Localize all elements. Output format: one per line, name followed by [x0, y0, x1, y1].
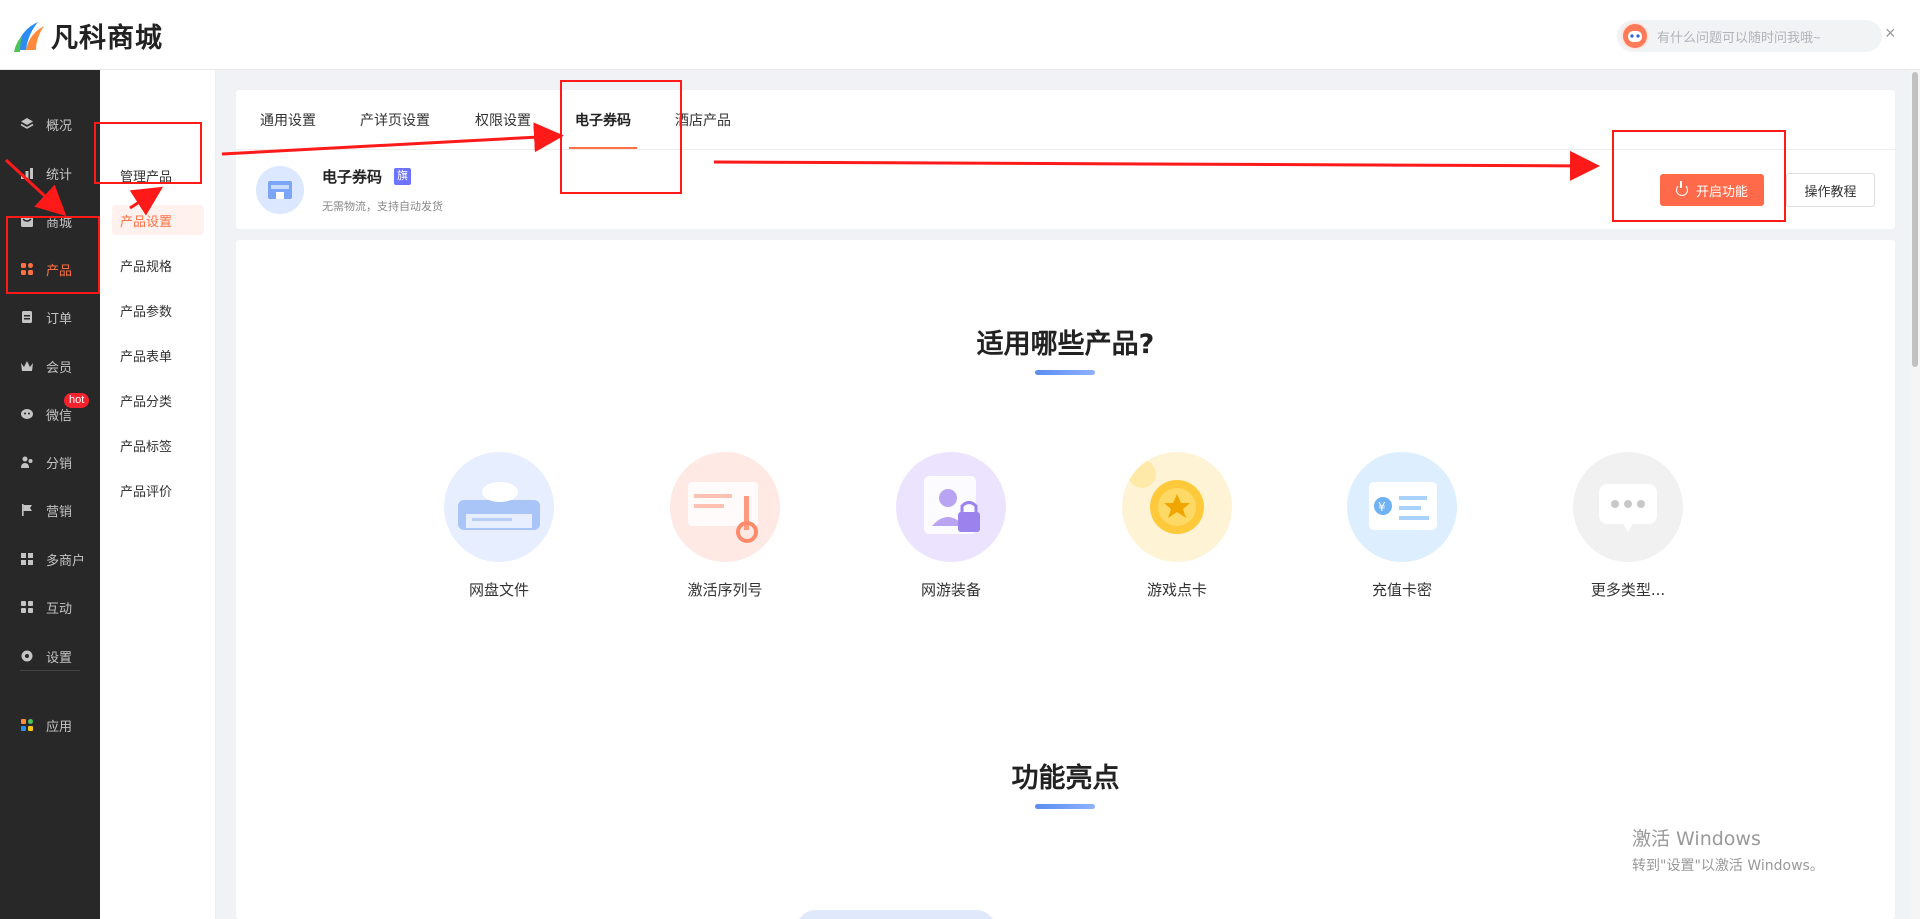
tab-hotel-products[interactable]: 酒店产品 [675, 110, 731, 130]
product-type-item: 网盘文件 [429, 452, 569, 600]
sidebar-item-distribution[interactable]: 分销 [0, 442, 100, 482]
people-icon [20, 455, 34, 469]
watermark-line1: 激活 Windows [1632, 828, 1761, 850]
sidebar-item-marketing[interactable]: 营销 [0, 490, 100, 530]
sidebar-item-members[interactable]: 会员 [0, 346, 100, 386]
sidebar-item-stats[interactable]: 统计 [0, 153, 100, 193]
watermark-line2: 转到"设置"以激活 Windows。 [1632, 858, 1824, 874]
crown-icon [20, 359, 34, 373]
section-title-applicable-products: 适用哪些产品? [976, 329, 1155, 360]
sidebar-item-label: 设置 [46, 650, 73, 666]
tab-permission-settings[interactable]: 权限设置 [475, 110, 531, 130]
hot-badge: hot [64, 393, 90, 408]
section-title-highlights: 功能亮点 [1011, 763, 1120, 794]
game-account-icon [896, 452, 1006, 562]
logo-icon [12, 18, 48, 54]
submenu-item-product-params[interactable]: 产品参数 [100, 295, 216, 325]
tutorial-button[interactable]: 操作教程 [1786, 173, 1875, 207]
recharge-card-icon: ¥ [1347, 452, 1457, 562]
section-title-underline [1035, 370, 1095, 375]
svg-text:¥: ¥ [1378, 500, 1386, 514]
product-type-label: 充值卡密 [1371, 581, 1432, 599]
interact-icon [20, 600, 34, 614]
logo-text: 凡科商城 [51, 23, 163, 54]
flagship-badge: 旗 [394, 168, 411, 185]
sidebar-item-label: 营销 [46, 504, 73, 520]
logo[interactable]: 凡科商城 [12, 16, 163, 55]
sidebar-item-label: 统计 [46, 167, 73, 183]
e-voucher-icon [256, 166, 304, 214]
sidebar-item-orders[interactable]: 订单 [0, 297, 100, 337]
product-type-item: 游戏点卡 [1107, 452, 1247, 600]
section-title-underline [1035, 804, 1095, 809]
chart-icon [20, 166, 34, 180]
product-type-label: 网盘文件 [468, 581, 529, 599]
submenu-item-product-specs[interactable]: 产品规格 [100, 250, 216, 280]
sidebar-item-overview[interactable]: 概况 [0, 104, 100, 144]
flag-icon [20, 503, 34, 517]
coin-icon [1122, 452, 1232, 562]
feature-description: 无需物流，支持自动发货 [322, 200, 443, 213]
submenu-item-product-reviews[interactable]: 产品评价 [100, 475, 216, 505]
highlight-illustration [796, 910, 996, 919]
product-type-label: 激活序列号 [687, 581, 763, 599]
gear-icon [20, 649, 34, 663]
product-type-item: 网游装备 [881, 452, 1021, 600]
product-type-label: 更多类型... [1590, 581, 1666, 599]
close-icon[interactable]: × [1885, 23, 1896, 44]
sidebar-item-label: 多商户 [46, 553, 86, 569]
main-sidebar: 概况 统计 商城 产品 订单 会员 微信 分销 营销 多商户 互动 设置 应用 [0, 70, 100, 919]
tab-detail-page-settings[interactable]: 产详页设置 [360, 110, 430, 130]
submenu-item-product-settings[interactable]: 产品设置 [112, 205, 204, 235]
page-scrollbar-thumb[interactable] [1912, 72, 1918, 367]
feature-intro-card: 适用哪些产品? 网盘文件 激活序列号 网游装备 游戏点卡 ¥ 充值卡密 更多类型… [236, 240, 1895, 919]
annotation-box-products [6, 216, 100, 294]
assistant-search-box[interactable]: 有什么问题可以随时问我哦~ [1617, 20, 1882, 52]
product-type-item: ¥ 充值卡密 [1332, 452, 1472, 600]
submenu-item-product-tags[interactable]: 产品标签 [100, 430, 216, 460]
sidebar-item-interaction[interactable]: 互动 [0, 587, 100, 627]
sidebar-item-label: 应用 [46, 719, 73, 735]
robot-avatar-icon [1621, 22, 1649, 50]
product-type-item: 激活序列号 [655, 452, 795, 600]
sidebar-item-label: 订单 [46, 311, 73, 327]
product-submenu: 管理产品 产品设置 产品规格 产品参数 产品表单 产品分类 产品标签 产品评价 [100, 70, 216, 919]
tab-general-settings[interactable]: 通用设置 [260, 110, 316, 130]
sidebar-item-label: 概况 [46, 118, 73, 134]
sidebar-item-label: 分销 [46, 456, 73, 472]
sidebar-item-apps[interactable]: 应用 [0, 705, 100, 745]
shop-icon [20, 552, 34, 566]
sidebar-item-multi-merchant[interactable]: 多商户 [0, 539, 100, 579]
layers-icon [20, 117, 34, 131]
cloud-drive-icon [444, 452, 554, 562]
product-type-label: 网游装备 [920, 581, 981, 599]
product-type-item: 更多类型... [1558, 452, 1698, 600]
submenu-item-product-forms[interactable]: 产品表单 [100, 340, 216, 370]
key-card-icon [670, 452, 780, 562]
order-icon [20, 310, 34, 324]
sidebar-item-label: 互动 [46, 601, 73, 617]
annotation-box-enable-button [1612, 130, 1786, 222]
top-header: 凡科商城 有什么问题可以随时问我哦~ × [0, 0, 1920, 70]
annotation-box-product-settings [94, 122, 202, 184]
chat-dots-icon [1573, 452, 1683, 562]
product-type-label: 游戏点卡 [1146, 581, 1207, 599]
apps-icon [20, 718, 34, 732]
feature-title: 电子券码 [322, 168, 383, 186]
annotation-box-e-voucher-tab [560, 80, 682, 194]
assistant-placeholder: 有什么问题可以随时问我哦~ [1657, 29, 1821, 45]
sidebar-divider [20, 670, 80, 671]
wechat-icon [20, 407, 34, 421]
submenu-item-product-categories[interactable]: 产品分类 [100, 385, 216, 415]
sidebar-item-label: 会员 [46, 360, 73, 376]
windows-activation-watermark: 激活 Windows 转到"设置"以激活 Windows。 [1632, 824, 1824, 875]
